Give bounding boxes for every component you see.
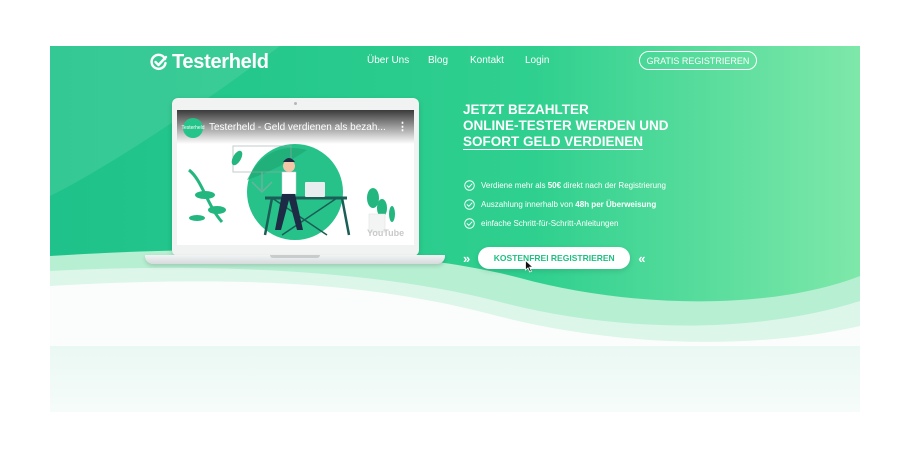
chevron-right-double-icon: » xyxy=(463,250,471,266)
nav-link-ueber-uns[interactable]: Über Uns xyxy=(367,55,409,66)
headline-line-1: JETZT BEZAHLTER xyxy=(463,102,589,117)
nav-link-blog[interactable]: Blog xyxy=(428,55,448,66)
video-player[interactable]: Testerheld Testerheld - Geld verdienen a… xyxy=(177,110,414,245)
check-circle-icon xyxy=(150,53,168,70)
video-title[interactable]: Testerheld - Geld verdienen als bezah... xyxy=(209,122,386,133)
top-navigation: Testerheld Über Uns Blog Kontakt Login G… xyxy=(50,46,860,78)
check-circle-icon xyxy=(464,199,475,210)
feature-list: Verdiene mehr als 50€ direkt nach der Re… xyxy=(464,176,666,233)
kostenfrei-registrieren-button[interactable]: KOSTENFREI REGISTRIEREN xyxy=(478,247,631,269)
youtube-logo[interactable]: YouTube xyxy=(367,228,404,238)
check-circle-icon xyxy=(464,180,475,191)
feature-item: Verdiene mehr als 50€ direkt nach der Re… xyxy=(464,176,666,195)
chevron-left-double-icon: « xyxy=(638,250,646,266)
webcam-dot xyxy=(294,102,297,105)
gratis-registrieren-button[interactable]: GRATIS REGISTRIEREN xyxy=(639,51,757,70)
cta-row: » KOSTENFREI REGISTRIEREN « xyxy=(463,247,645,269)
feature-text: Verdiene mehr als 50€ direkt nach der Re… xyxy=(481,181,667,190)
landing-page: Testerheld Über Uns Blog Kontakt Login G… xyxy=(50,46,860,412)
vertical-dots-icon[interactable]: ⋮ xyxy=(397,120,408,133)
nav-link-kontakt[interactable]: Kontakt xyxy=(470,55,504,66)
mouse-cursor-icon xyxy=(525,260,534,273)
feature-item: Auszahlung innerhalb von 48h per Überwei… xyxy=(464,195,666,214)
check-circle-icon xyxy=(464,218,475,229)
feature-text: Auszahlung innerhalb von 48h per Überwei… xyxy=(481,200,657,209)
feature-item: einfache Schritt-für-Schritt-Anleitungen xyxy=(464,214,666,233)
feature-text: einfache Schritt-für-Schritt-Anleitungen xyxy=(481,219,619,228)
headline-line-3: SOFORT GELD VERDIENEN xyxy=(463,134,644,150)
channel-avatar[interactable]: Testerheld xyxy=(181,118,205,138)
laptop-notch xyxy=(270,255,320,258)
brand-name: Testerheld xyxy=(172,50,269,73)
nav-link-login[interactable]: Login xyxy=(525,55,549,66)
laptop-mockup: Testerheld Testerheld - Geld verdienen a… xyxy=(145,98,445,268)
brand-logo[interactable]: Testerheld xyxy=(150,51,269,73)
headline-line-2: ONLINE-TESTER WERDEN UND xyxy=(463,118,669,133)
hero-headline: JETZT BEZAHLTER ONLINE-TESTER WERDEN UND… xyxy=(463,102,669,150)
